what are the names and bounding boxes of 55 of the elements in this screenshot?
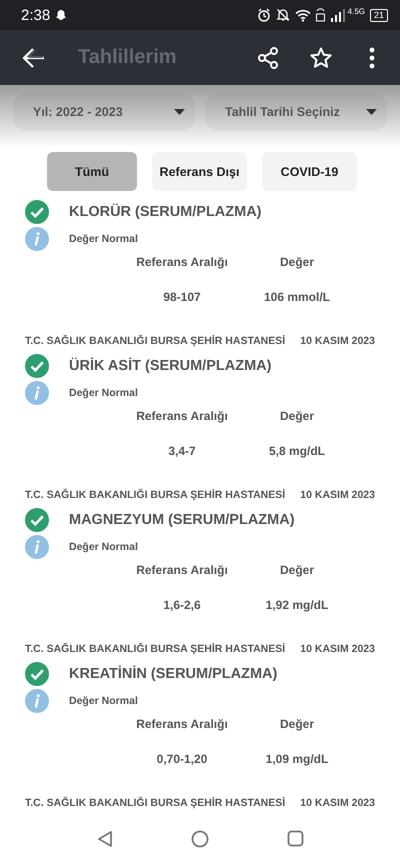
more-icon[interactable] <box>369 46 375 68</box>
value-label: Değer <box>280 563 314 577</box>
test-name: MAGNEZYUM (SERUM/PLAZMA) <box>69 512 295 528</box>
test-name: ÜRİK ASİT (SERUM/PLAZMA) <box>69 358 272 374</box>
test-date: 10 KASIM 2023 <box>300 797 375 809</box>
ghost-icon <box>55 9 68 21</box>
filter-tab[interactable]: Referans Dışı <box>152 152 247 191</box>
date-dropdown[interactable]: Tahlil Tarihi Seçiniz <box>205 93 387 131</box>
range-label: Referans Aralığı <box>136 409 228 423</box>
test-date: 10 KASIM 2023 <box>300 643 375 655</box>
status-time: 2:38 <box>21 6 50 24</box>
result-value: 1,09 mg/dL <box>266 752 328 766</box>
result-note: Değer Normal <box>69 695 138 707</box>
result-note: Değer Normal <box>69 541 138 553</box>
result-value: 5,8 mg/dL <box>268 444 325 458</box>
filter-tab[interactable]: Tümü <box>47 152 137 191</box>
reference-range: 3,4-7 <box>168 444 196 458</box>
range-label: Referans Aralığı <box>136 255 228 269</box>
range-label: Referans Aralığı <box>136 563 228 577</box>
battery-icon: 21 <box>370 8 388 22</box>
page-title: Tahlillerim <box>78 46 177 69</box>
recents-nav-icon[interactable] <box>287 830 304 847</box>
network-type: 4.5G <box>348 7 365 16</box>
year-dropdown[interactable]: Yıl: 2022 - 2023 <box>13 93 195 131</box>
filter-tab[interactable]: COVID-19 <box>262 152 357 191</box>
test-date: 10 KASIM 2023 <box>300 489 375 501</box>
hospital-name: T.C. SAĞLIK BAKANLIĞI BURSA ŞEHİR HASTANESİ <box>25 335 286 347</box>
hospital-name: T.C. SAĞLIK BAKANLIĞI BURSA ŞEHİR HASTANESİ <box>25 643 286 655</box>
value-label: Değer <box>280 717 314 731</box>
test-date: 10 KASIM 2023 <box>300 335 375 347</box>
share-icon[interactable] <box>256 46 280 70</box>
star-icon[interactable] <box>309 46 333 70</box>
signal-icon <box>330 8 346 22</box>
reference-range: 1,6-2,6 <box>163 598 201 612</box>
bell-muted-icon <box>276 8 290 22</box>
test-name: KREATİNİN (SERUM/PLAZMA) <box>69 666 278 682</box>
test-name: KLORÜR (SERUM/PLAZMA) <box>69 204 262 220</box>
caret-icon <box>366 109 377 115</box>
back-icon[interactable] <box>22 46 46 68</box>
alarm-icon <box>256 8 271 22</box>
reference-range: 0,70-1,20 <box>156 752 208 766</box>
hospital-name: T.C. SAĞLIK BAKANLIĞI BURSA ŞEHİR HASTANESİ <box>25 797 286 809</box>
value-label: Değer <box>280 409 314 423</box>
back-nav-icon[interactable] <box>97 830 113 848</box>
hospital-name: T.C. SAĞLIK BAKANLIĞI BURSA ŞEHİR HASTANESİ <box>25 489 286 501</box>
result-value: 1,92 mg/dL <box>266 598 328 612</box>
result-note: Değer Normal <box>69 387 138 399</box>
wifi-icon <box>294 8 311 22</box>
caret-icon <box>174 109 185 115</box>
result-value: 106 mmol/L <box>264 290 330 304</box>
value-label: Değer <box>280 255 314 269</box>
result-note: Değer Normal <box>69 233 138 245</box>
reference-range: 98-107 <box>163 290 201 304</box>
range-label: Referans Aralığı <box>136 717 228 731</box>
home-nav-icon[interactable] <box>191 830 209 848</box>
